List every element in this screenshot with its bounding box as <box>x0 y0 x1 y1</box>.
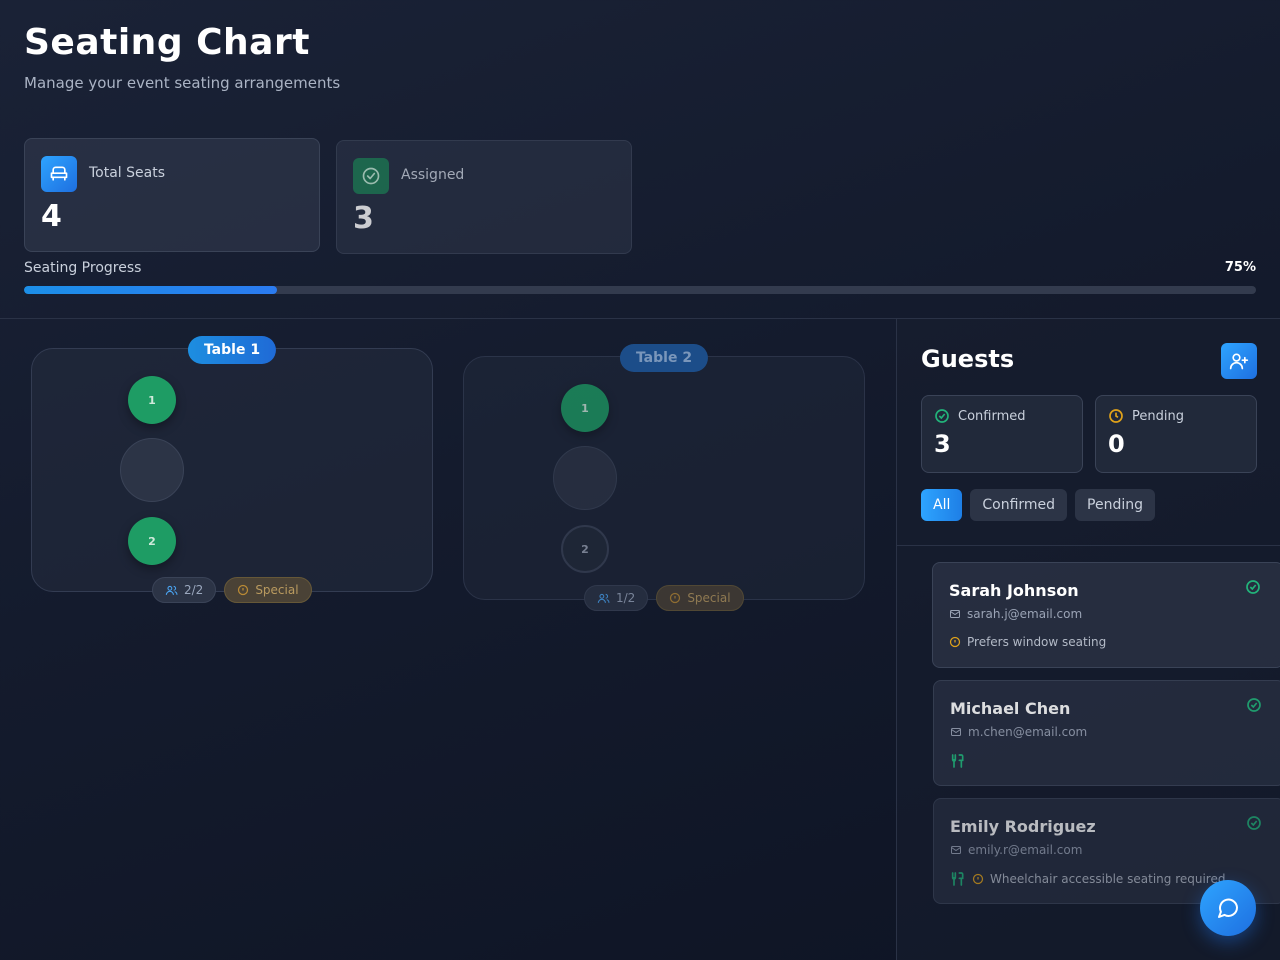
seat-2[interactable]: 2 <box>561 525 609 573</box>
page-subtitle: Manage your event seating arrangements <box>24 74 341 92</box>
progress-fill <box>24 286 277 294</box>
utensils-icon <box>951 754 964 768</box>
progress-bar <box>24 286 1256 294</box>
empty-seat-slot[interactable] <box>120 438 184 502</box>
check-circle-icon <box>1247 698 1261 712</box>
check-circle-icon <box>935 409 949 423</box>
guest-note-row: Wheelchair accessible seating required <box>950 871 1225 887</box>
total-seats-label: Total Seats <box>89 165 166 181</box>
table-card-1[interactable]: Table 1 1 2 2/2 Special <box>31 336 433 603</box>
confirmed-label: Confirmed <box>958 409 1026 424</box>
guest-card[interactable]: Sarah Johnson sarah.j@email.com Prefers … <box>932 562 1280 668</box>
check-circle-icon <box>353 158 389 194</box>
divider <box>897 545 1280 546</box>
guests-title: Guests <box>921 345 1015 373</box>
alert-icon <box>972 873 984 885</box>
table-2-badges: 1/2 Special <box>584 585 744 611</box>
user-plus-icon <box>1229 353 1249 370</box>
special-label: Special <box>687 591 731 605</box>
table-2-label[interactable]: Table 2 <box>619 344 709 372</box>
assigned-label: Assigned <box>401 167 465 183</box>
table-1-label[interactable]: Table 1 <box>187 336 277 364</box>
special-badge: Special <box>656 585 744 611</box>
guests-sidebar: Guests Confirmed 3 Pending 0 All Confirm… <box>896 319 1280 960</box>
guest-count-badge: 1/2 <box>584 585 649 611</box>
users-icon <box>597 593 610 603</box>
guest-email: emily.r@email.com <box>968 843 1083 857</box>
mail-icon <box>951 728 961 736</box>
assigned-value: 3 <box>353 201 374 236</box>
mail-icon <box>951 846 961 854</box>
page-title: Seating Chart <box>24 22 310 63</box>
empty-seat-slot[interactable] <box>553 446 617 510</box>
header: Seating Chart Manage your event seating … <box>0 0 1280 319</box>
progress-percent: 75% <box>1224 260 1256 275</box>
guest-email-row: m.chen@email.com <box>950 725 1087 739</box>
guest-card[interactable]: Michael Chen m.chen@email.com <box>933 680 1280 786</box>
chat-icon <box>1218 898 1238 918</box>
progress-label: Seating Progress <box>24 260 142 276</box>
pending-label: Pending <box>1132 409 1184 424</box>
special-label: Special <box>255 583 299 597</box>
table-1-badges: 2/2 Special <box>152 577 312 603</box>
chat-button[interactable] <box>1200 880 1256 936</box>
table-card-2[interactable]: Table 2 1 2 1/2 Special <box>463 344 865 611</box>
assigned-card: Assigned 3 <box>336 140 632 254</box>
filter-tabs: All Confirmed Pending <box>921 489 1156 521</box>
alert-icon <box>670 592 681 604</box>
mail-icon <box>950 610 960 618</box>
filter-confirmed[interactable]: Confirmed <box>970 489 1068 521</box>
confirmed-value: 3 <box>934 430 951 458</box>
pending-card: Pending 0 <box>1095 395 1257 473</box>
special-badge: Special <box>224 577 312 603</box>
utensils-icon <box>951 872 964 886</box>
clock-icon <box>1109 409 1123 423</box>
add-guest-button[interactable] <box>1221 343 1257 379</box>
guest-note-row: Prefers window seating <box>949 635 1106 649</box>
seat-1[interactable]: 1 <box>128 376 176 424</box>
seat-icon <box>41 156 77 192</box>
check-circle-icon <box>1246 580 1260 594</box>
seat-1[interactable]: 1 <box>561 384 609 432</box>
guest-email-row: emily.r@email.com <box>950 843 1082 857</box>
guest-note: Wheelchair accessible seating required <box>990 872 1226 886</box>
confirmed-card: Confirmed 3 <box>921 395 1083 473</box>
seat-2[interactable]: 2 <box>128 517 176 565</box>
guest-count-badge: 2/2 <box>152 577 217 603</box>
alert-icon <box>238 584 249 596</box>
alert-icon <box>949 636 961 648</box>
users-icon <box>165 585 178 595</box>
filter-pending[interactable]: Pending <box>1075 489 1156 521</box>
guest-count: 2/2 <box>184 583 204 597</box>
guest-note: Prefers window seating <box>967 635 1107 649</box>
guest-meal-row <box>950 753 966 769</box>
total-seats-card: Total Seats 4 <box>24 138 320 252</box>
total-seats-value: 4 <box>41 199 62 234</box>
pending-value: 0 <box>1108 430 1125 458</box>
guest-name: Sarah Johnson <box>949 581 1079 600</box>
guest-email: sarah.j@email.com <box>967 607 1083 621</box>
check-circle-icon <box>1247 816 1261 830</box>
guest-name: Michael Chen <box>950 699 1071 718</box>
guest-count: 1/2 <box>616 591 636 605</box>
filter-all[interactable]: All <box>921 489 963 521</box>
guest-name: Emily Rodriguez <box>950 817 1096 836</box>
guest-email-row: sarah.j@email.com <box>949 607 1082 621</box>
guest-email: m.chen@email.com <box>968 725 1088 739</box>
